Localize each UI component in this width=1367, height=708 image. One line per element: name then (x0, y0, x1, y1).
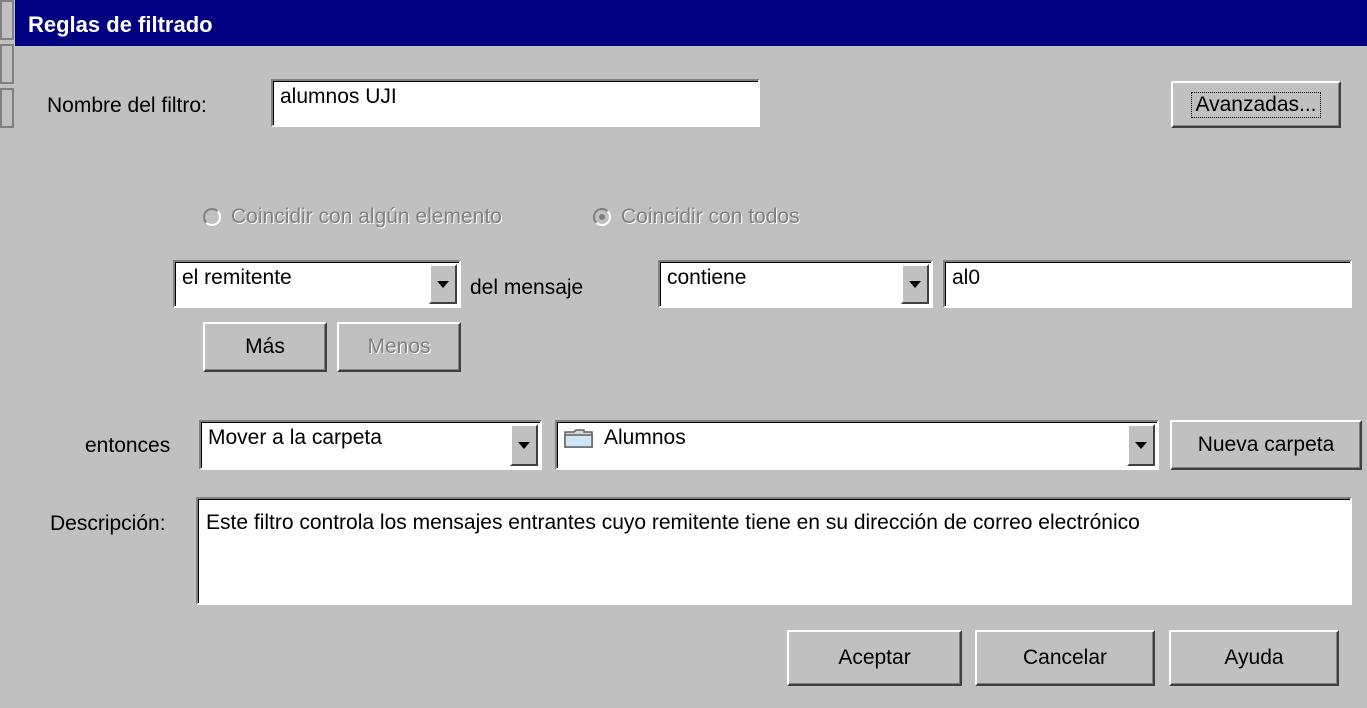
background-window-button (0, 44, 14, 84)
match-any-radio[interactable] (203, 208, 221, 226)
more-button[interactable]: Más (203, 322, 327, 372)
action-type-value: Mover a la carpeta (208, 426, 382, 449)
rule-value-input[interactable]: al0 (943, 260, 1352, 308)
help-button[interactable]: Ayuda (1169, 630, 1339, 686)
description-text: Este filtro controla los mensajes entran… (196, 497, 1352, 605)
target-folder-select[interactable]: Alumnos (555, 420, 1159, 470)
rule-field-select[interactable]: el remitente (173, 260, 461, 308)
dropdown-arrow-icon[interactable] (429, 264, 457, 304)
background-window-button (0, 88, 14, 128)
help-button-label: Ayuda (1224, 646, 1284, 669)
match-all-option[interactable]: Coincidir con todos (593, 205, 800, 229)
rule-field-value: el remitente (182, 266, 292, 289)
action-label: entonces (85, 434, 171, 457)
less-button-label: Menos (367, 335, 431, 358)
dropdown-arrow-icon[interactable] (901, 264, 929, 304)
match-any-option[interactable]: Coincidir con algún elemento (203, 205, 502, 229)
target-folder-value: Alumnos (604, 426, 686, 449)
match-any-label: Coincidir con algún elemento (231, 205, 502, 228)
action-type-select[interactable]: Mover a la carpeta (199, 420, 542, 470)
ok-button-label: Aceptar (838, 646, 911, 669)
advanced-button[interactable]: Avanzadas... (1171, 81, 1341, 128)
background-window-button (0, 0, 14, 40)
filter-name-input[interactable]: alumnos UJI (271, 79, 760, 127)
filter-name-label: Nombre del filtro: (47, 94, 207, 117)
less-button[interactable]: Menos (337, 322, 461, 372)
dropdown-arrow-icon[interactable] (510, 424, 538, 466)
advanced-button-label: Avanzadas... (1191, 91, 1321, 118)
description-label: Descripción: (50, 512, 166, 535)
new-folder-button[interactable]: Nueva carpeta (1170, 420, 1362, 470)
match-all-label: Coincidir con todos (621, 205, 800, 228)
cancel-button-label: Cancelar (1022, 646, 1108, 669)
folder-icon (564, 428, 594, 448)
ok-button[interactable]: Aceptar (787, 630, 962, 686)
rule-connector-label: del mensaje (470, 276, 584, 299)
dialog-title-bar[interactable]: Reglas de filtrado (15, 0, 1367, 46)
cancel-button[interactable]: Cancelar (975, 630, 1155, 686)
rule-operator-value: contiene (667, 266, 747, 289)
more-button-label: Más (245, 335, 285, 358)
match-all-radio[interactable] (593, 208, 611, 226)
new-folder-button-label: Nueva carpeta (1197, 433, 1335, 456)
dropdown-arrow-icon[interactable] (1127, 424, 1155, 466)
rule-operator-select[interactable]: contiene (658, 260, 933, 308)
dialog-title: Reglas de filtrado (28, 12, 213, 37)
